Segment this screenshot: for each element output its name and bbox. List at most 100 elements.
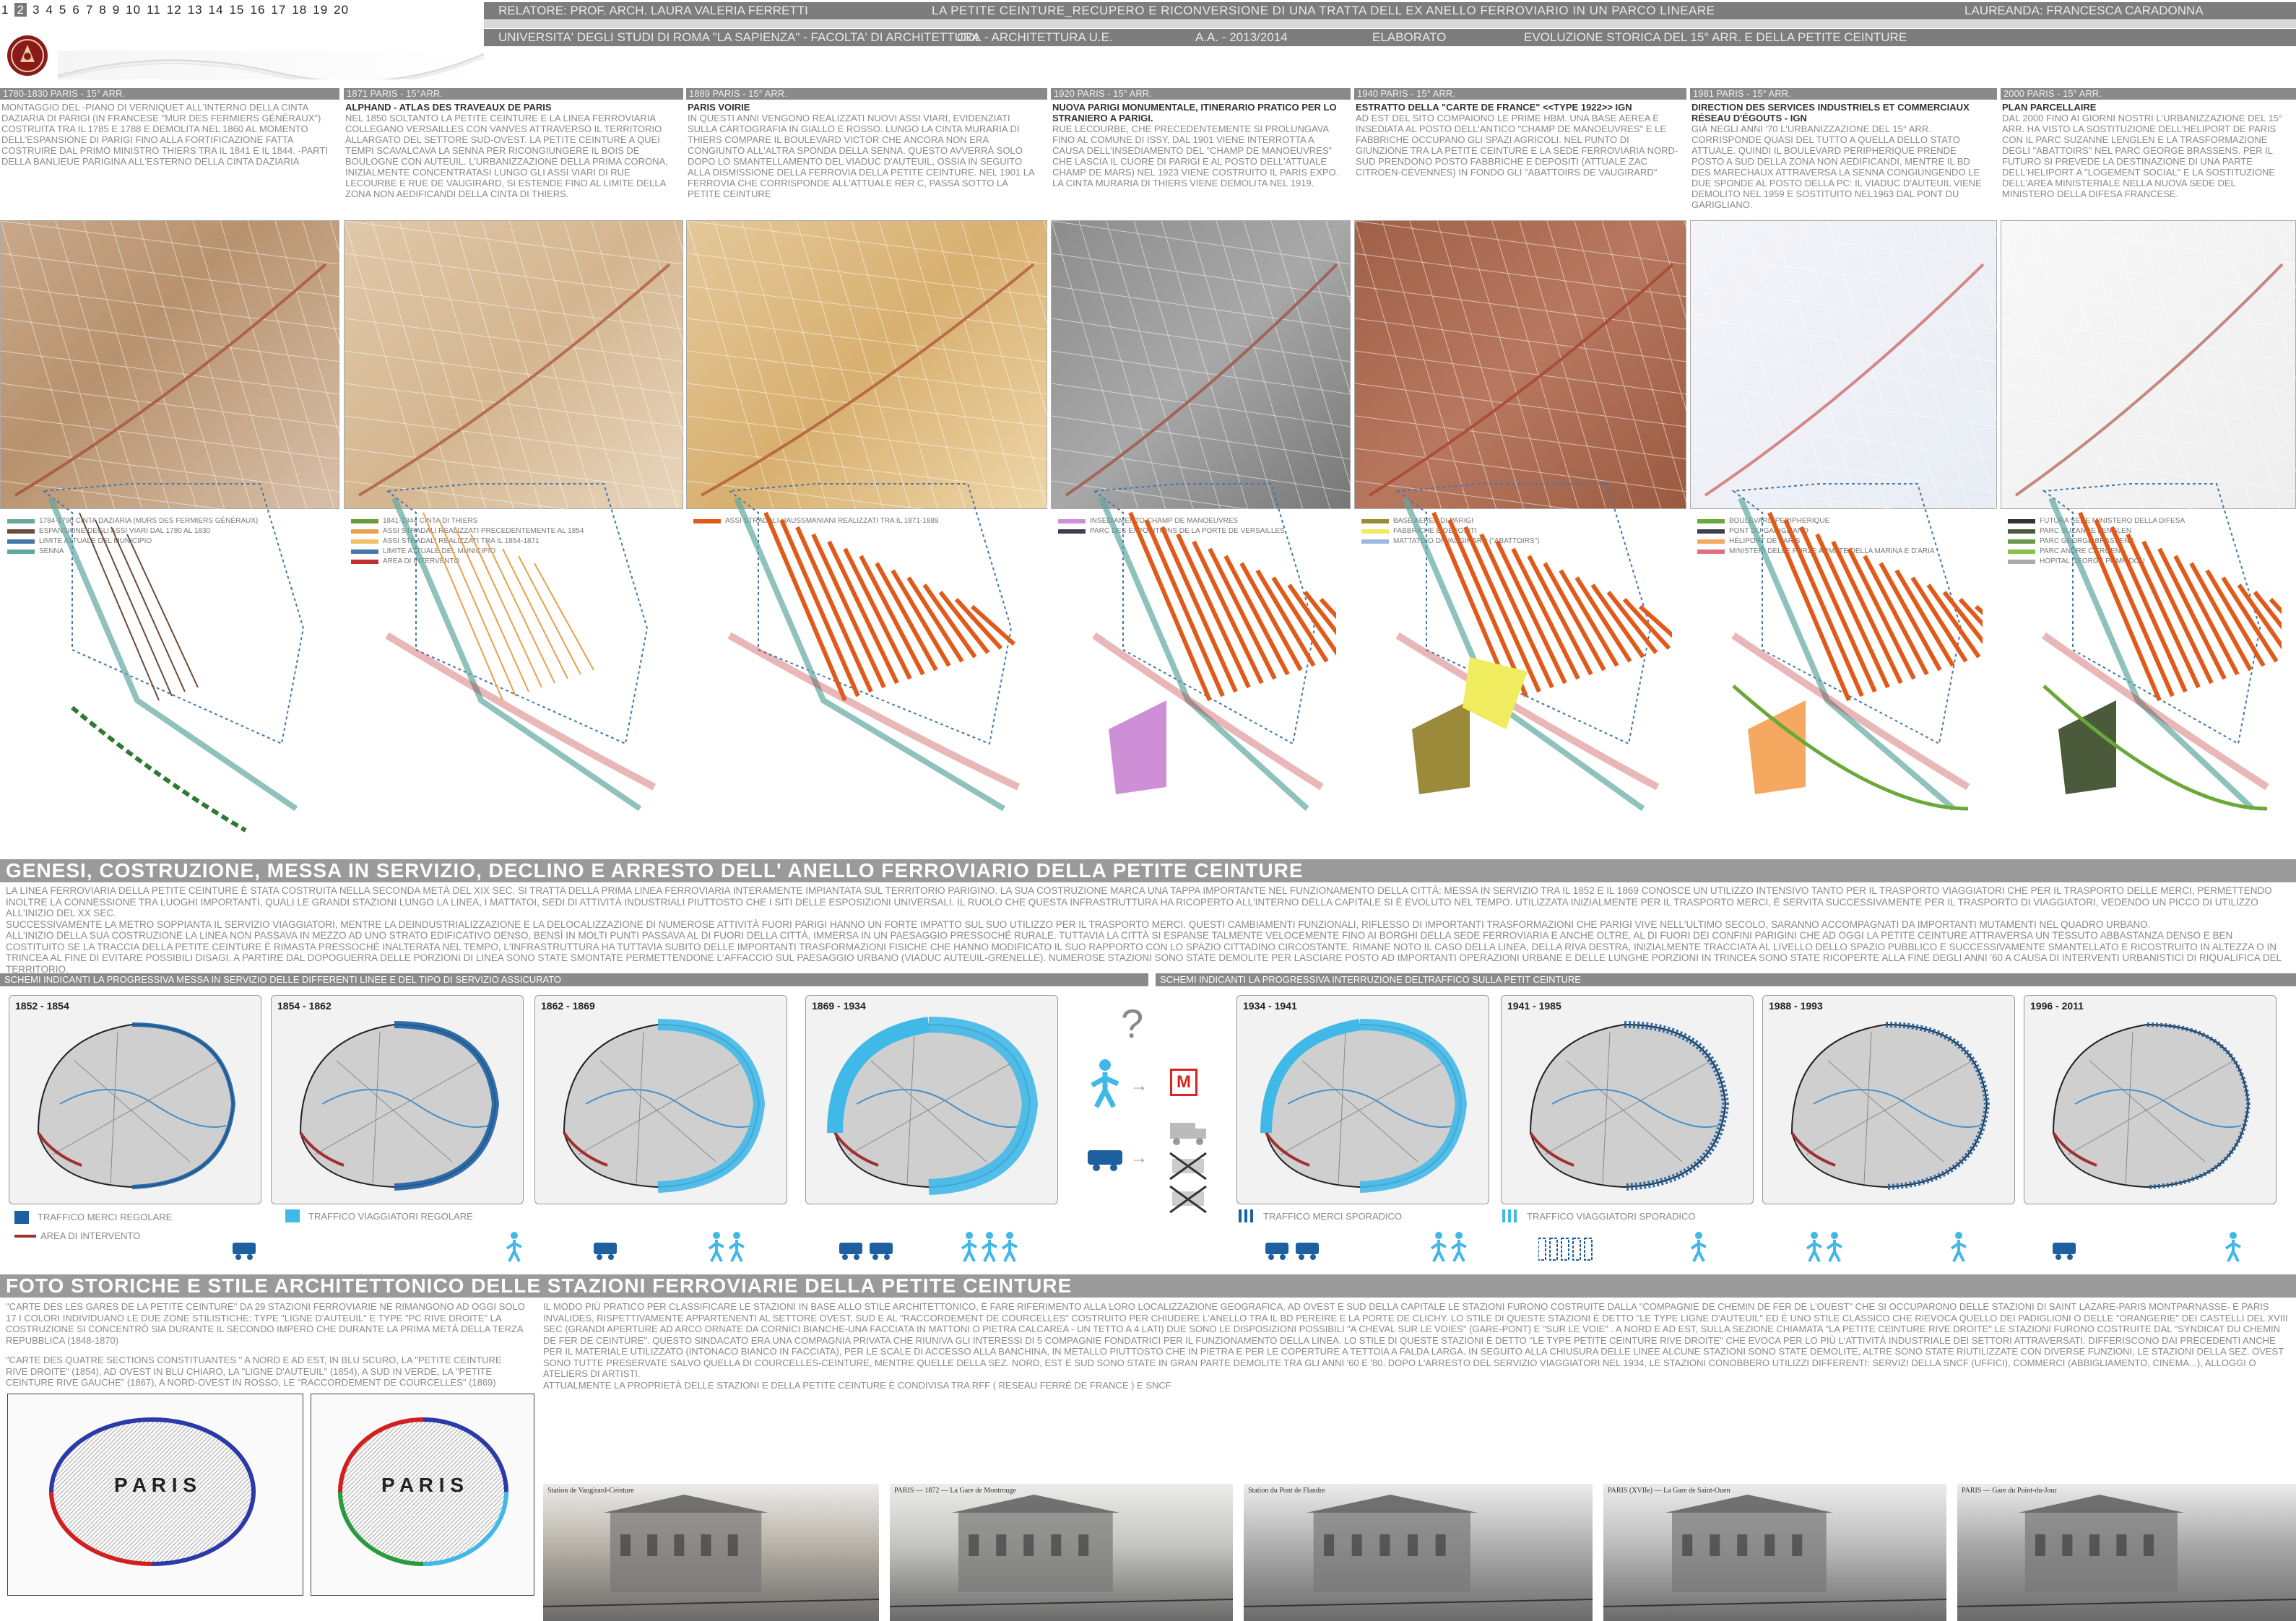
page-number-nav[interactable]: 1 2 3 4 5 6 7 8 9 10 11 12 13 14 15 16 17 18 19 20 (1, 3, 355, 17)
column-3-description: RUE LECOURBE, CHE PRECEDENTEMENTE SI PRO… (1052, 123, 1339, 188)
ring-diagram-6: 1988 - 1993 (1762, 995, 2015, 1204)
traffic-icon-wagon2 (839, 1243, 893, 1260)
urban-schema-3 (1092, 483, 1336, 811)
page-number-15[interactable]: 15 (230, 3, 245, 17)
header-decoration (57, 51, 485, 85)
column-6-description: DAL 2000 FINO AI GIORNI NOSTRI L'URBANIZ… (2002, 113, 2283, 199)
thesis-title: LA PETITE CEINTURE_RECUPERO E RICONVERSI… (932, 4, 1715, 17)
station-style-text: IL MODO PIÙ PRATICO PER CLASSIFICARE LE … (543, 1301, 2291, 1391)
page-number-12[interactable]: 12 (167, 3, 182, 17)
traffic-icon-person (2224, 1232, 2241, 1262)
column-0-date: 1780-1830 PARIS - 15° ARR. (0, 88, 339, 100)
map-city-label: P A R I S (113, 1474, 197, 1496)
urban-schema-2 (727, 483, 1021, 812)
column-3-text: NUOVA PARIGI MONUMENTALE, ITINERARIO PRA… (1052, 102, 1345, 188)
legend-viaggiatori-sporadico: TRAFFICO VIAGGIATORI SPORADICO (1527, 1210, 1696, 1222)
traffic-icon-wagon (594, 1243, 617, 1260)
station-map-1: P A R I S (311, 1394, 534, 1596)
truck-and-crossed-wagons-icon (1169, 1123, 1207, 1214)
passenger-icon (1091, 1059, 1119, 1108)
traffic-icon-wagon (2053, 1243, 2076, 1260)
column-1-title: ALPHAND - ATLAS DES TRAVEAUX DE PARIS (345, 102, 552, 113)
column-4-text: ESTRATTO DELLA "CARTE DE FRANCE" <<TYPE … (1356, 102, 1681, 178)
photo-caption: PARIS — Gare du Point-du-Jour (1962, 1487, 2057, 1495)
page-number-13[interactable]: 13 (188, 3, 203, 17)
subheading-right: SCHEMI INDICANTI LA PROGRESSIVA INTERRUZ… (1156, 973, 2296, 986)
historic-map-4 (1354, 220, 1799, 557)
section1-paragraph-1: LA LINEA FERROVIARIA DELLA PETITE CEINTU… (6, 885, 2272, 918)
page-number-6[interactable]: 6 (72, 3, 79, 17)
column-6-date: 2000 PARIS - 15° ARR. (2001, 88, 2296, 100)
urban-schema-5 (1731, 483, 1983, 812)
page-number-16[interactable]: 16 (250, 3, 265, 17)
section-title-foto-storiche: FOTO STORICHE E STILE ARCHITETTONICO DEL… (0, 1274, 2296, 1298)
station-photo-0: Station de Vaugirard-Ceinture (543, 1484, 879, 1621)
page-number-20[interactable]: 20 (334, 3, 349, 17)
column-3-title: NUOVA PARIGI MONUMENTALE, ITINERARIO PRA… (1052, 102, 1337, 123)
page-number-11[interactable]: 11 (147, 3, 161, 17)
station-map-0: P A R I S (7, 1394, 303, 1596)
page-number-5[interactable]: 5 (59, 3, 66, 17)
ring-diagram-3: 1869 - 1934 (805, 995, 1058, 1204)
stations-map-text-1: "CARTE DES LES GARES DE LA PETITE CEINTU… (6, 1301, 525, 1346)
section1-paragraph-2: SUCCESSIVAMENTE LA METRO SOPPIANTA IL SE… (6, 918, 2151, 930)
stations-map-text-2: "CARTE DES QUATRE SECTIONS CONSTITUANTES… (6, 1355, 502, 1388)
column-1-date: 1871 PARIS - 15°ARR. (344, 88, 683, 100)
station-photo-2: Station du Pont de Flandre (1244, 1484, 1593, 1621)
page-number-9[interactable]: 9 (113, 3, 120, 17)
page-number-18[interactable]: 18 (292, 3, 307, 17)
ring-legend-viaggiatori: TRAFFICO VIAGGIATORI REGOLARE (285, 1209, 473, 1222)
page-number-10[interactable]: 10 (126, 3, 141, 17)
column-5-title: DIRECTION DES SERVICES INDUSTRIELS ET CO… (1691, 102, 1970, 123)
page-number-14[interactable]: 14 (209, 3, 224, 17)
ring-diagram-7: 1996 - 2011 (2024, 995, 2276, 1204)
page-number-8[interactable]: 8 (99, 3, 106, 17)
map-city-label: P A R I S (381, 1474, 464, 1496)
station-photo-3: PARIS (XVIIe) — La Gare de Saint-Ouen (1603, 1484, 1946, 1621)
historic-map-3 (1051, 220, 1496, 557)
legend-area-intervento: AREA DI INTERVENTO (40, 1230, 141, 1241)
urban-schema-4 (1395, 483, 1672, 812)
elaborato-label: ELABORATO (1372, 30, 1447, 44)
page-number-4[interactable]: 4 (46, 3, 53, 17)
historic-map-2 (686, 220, 1131, 557)
station-style-paragraph-2: ATTUALMENTE LA PROPRIETÀ DELLE STAZIONI … (543, 1379, 1171, 1391)
course: CDL - ARCHITETTURA U.E. (957, 30, 1113, 44)
traffic-icon-wagon2 (1265, 1243, 1319, 1260)
subheading-left: SCHEMI INDICANTI LA PROGRESSIVA MESSA IN… (0, 973, 1148, 986)
page-number-7[interactable]: 7 (86, 3, 93, 17)
photo-caption: PARIS — 1872 — La Gare de Montrouge (894, 1487, 1016, 1495)
page-number-19[interactable]: 19 (313, 3, 328, 17)
section-title-genesi: GENESI, COSTRUZIONE, MESSA IN SERVIZIO, … (0, 859, 2296, 882)
traffic-icon-person2 (1430, 1232, 1467, 1262)
arrow-right-icon: → (1130, 1076, 1148, 1095)
page-number-3[interactable]: 3 (33, 3, 40, 17)
transition-pictograms: ? → M → (1069, 1000, 1228, 1217)
traffic-icon-bars (1538, 1238, 1593, 1261)
column-0-description: MONTAGGIO DEL -PIANO DI VERNIQUET ALL'IN… (1, 102, 328, 167)
column-5-date: 1981 PARIS - 15° ARR. (1690, 88, 1997, 100)
plate-subject: EVOLUZIONE STORICA DEL 15° ARR. E DELLA … (1524, 30, 1907, 44)
legend-merci-sporadico: TRAFFICO MERCI SPORADICO (1263, 1210, 1403, 1222)
column-4-description: AD EST DEL SITO COMPAIONO LE PRIME HBM. … (1356, 113, 1678, 178)
ring-legend-merci-sporadico: TRAFFICO MERCI SPORADICO (1239, 1209, 1402, 1222)
page-number-1[interactable]: 1 (1, 3, 9, 17)
arrow-right-icon: → (1130, 1148, 1148, 1168)
page-number-2[interactable]: 2 (14, 3, 27, 17)
column-2-text: PARIS VOIRIE IN QUESTI ANNI VENGONO REAL… (688, 102, 1041, 199)
header-spacer (484, 20, 2296, 28)
column-3-date: 1920 PARIS - 15° ARR. (1051, 88, 1351, 100)
column-2-date: 1889 PARIS - 15° ARR. (686, 88, 1047, 100)
column-5-description: GIÀ NEGLI ANNI '70 L'URBANIZZAZIONE DEL … (1691, 123, 1982, 210)
historic-map-0 (0, 220, 445, 557)
photo-caption: Station du Pont de Flandre (1248, 1487, 1325, 1495)
header-bar-top: RELATORE: PROF. ARCH. LAURA VALERIA FERR… (484, 2, 2296, 19)
historic-map-1 (344, 220, 789, 557)
ring-diagram-1: 1854 - 1862 (271, 995, 524, 1204)
page-number-17[interactable]: 17 (271, 3, 286, 17)
traffic-icon-person3 (961, 1232, 1018, 1262)
historic-map-5 (1690, 220, 2135, 557)
column-2-title: PARIS VOIRIE (688, 102, 750, 113)
question-mark: ? (1121, 1001, 1144, 1046)
laureanda: LAUREANDA: FRANCESCA CARADONNA (1964, 4, 2204, 17)
